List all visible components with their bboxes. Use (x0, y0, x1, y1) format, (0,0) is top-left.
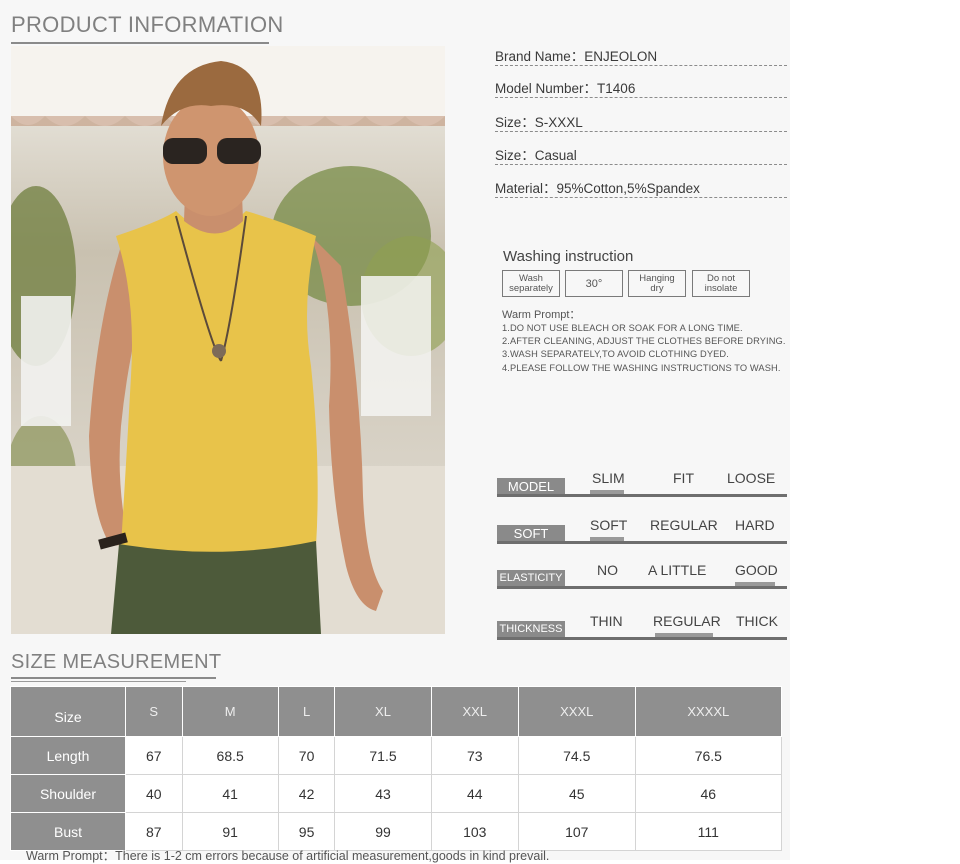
size-column-header: XXL (430, 686, 519, 737)
spec-value: S-XXXL (534, 115, 583, 130)
spec-label: Size： (495, 115, 535, 130)
wash-box-line: insolate (704, 282, 738, 294)
hanging-dry-icon: Hanging dry (628, 270, 686, 297)
rating-option: REGULAR (653, 613, 721, 629)
spec-value: 95%Cotton,5%Spandex (556, 181, 700, 196)
spec-label: Model Number： (495, 81, 598, 96)
product-info-underline (11, 42, 269, 44)
rating-option: GOOD (735, 562, 778, 578)
table-cell: 67 (125, 736, 183, 775)
table-cell: 73 (430, 736, 519, 775)
spec-label: Brand Name： (495, 49, 585, 64)
rating-selected-marker (735, 582, 775, 586)
wash-box-line: dry (650, 282, 664, 294)
spec-material: Material：95%Cotton,5%Spandex (495, 177, 787, 198)
table-cell: 76.5 (634, 736, 783, 775)
spec-value: ENJEOLON (584, 49, 658, 64)
table-cell: 40 (125, 774, 183, 813)
rating-option: HARD (735, 517, 775, 533)
washing-instruction-title: Washing instruction (503, 248, 634, 265)
rating-selected-marker (590, 490, 624, 494)
rating-row-model: MODEL SLIM FIT LOOSE (497, 470, 787, 497)
product-photo (11, 46, 445, 634)
table-cell: 68.5 (181, 736, 279, 775)
wash-separately-icon: Wash separately (502, 270, 560, 297)
size-column-header: XL (334, 686, 432, 737)
measurement-name: Length (10, 736, 126, 775)
size-column-header: S (125, 686, 183, 737)
warm-prompt-title: Warm Prompt： (502, 309, 581, 321)
product-info-title: PRODUCT INFORMATION (11, 12, 284, 37)
spec-label: Size： (495, 148, 535, 163)
table-row: Shoulder 40 41 42 43 44 45 46 (10, 774, 783, 813)
wash-box-line: Hanging (639, 272, 675, 284)
spec-size-range: Size：S-XXXL (495, 111, 787, 132)
warm-prompt-line: 3.WASH SEPARATELY,TO AVOID CLOTHING DYED… (502, 349, 729, 359)
table-cell: 45 (517, 774, 636, 813)
rating-row-elasticity: ELASTICITY NO A LITTLE GOOD (497, 562, 787, 589)
table-cell: 70 (277, 736, 336, 775)
size-table: Size S M L XL XXL XXXL XXXXL Length 67 6… (10, 686, 783, 851)
rating-option: THICK (736, 613, 778, 629)
table-row: Length 67 68.5 70 71.5 73 74.5 76.5 (10, 736, 783, 775)
size-column-header: M (181, 686, 279, 737)
size-measurement-title: SIZE MEASUREMENT (11, 651, 222, 673)
table-cell: 41 (181, 774, 279, 813)
wash-box-line: 30° (585, 277, 603, 290)
rating-label: SOFT (497, 525, 565, 541)
rating-selected-marker (655, 633, 713, 637)
table-cell: 46 (634, 774, 783, 813)
table-cell: 111 (634, 812, 783, 851)
rating-option: SOFT (590, 517, 628, 533)
size-title-underline-thin (11, 681, 186, 682)
measurement-warm-prompt: Warm Prompt：There is 1-2 cm errors becau… (26, 849, 550, 863)
rating-label: ELASTICITY (497, 570, 565, 586)
rating-option: LOOSE (727, 470, 776, 486)
wash-box-line: Do not (707, 272, 735, 284)
rating-option: FIT (673, 470, 694, 486)
table-cell: 71.5 (334, 736, 432, 775)
rating-option: REGULAR (650, 517, 718, 533)
table-cell: 44 (430, 774, 519, 813)
size-column-header: XXXL (517, 686, 636, 737)
rating-option: SLIM (592, 470, 625, 486)
model-wearing-tank-top-image (11, 46, 445, 634)
warm-prompt-line: 2.AFTER CLEANING, ADJUST THE CLOTHES BEF… (502, 336, 786, 346)
table-cell: 74.5 (517, 736, 636, 775)
rating-option: A LITTLE (648, 562, 707, 578)
wash-temperature-icon: 30° (565, 270, 623, 297)
table-cell: 42 (277, 774, 336, 813)
spec-value: T1406 (597, 81, 636, 96)
rating-label: THICKNESS (497, 621, 565, 637)
rating-label: MODEL (497, 478, 565, 494)
size-column-header: XXXXL (634, 686, 783, 737)
spec-style: Size：Casual (495, 144, 787, 165)
warm-prompt-line: 4.PLEASE FOLLOW THE WASHING INSTRUCTIONS… (502, 363, 781, 373)
spec-label: Material： (495, 181, 557, 196)
table-cell: 43 (334, 774, 432, 813)
rating-option: NO (597, 562, 618, 578)
size-column-header: L (277, 686, 336, 737)
rating-selected-marker (590, 537, 624, 541)
size-table-corner: Size (10, 686, 126, 737)
rating-row-thickness: THICKNESS THIN REGULAR THICK (497, 613, 787, 640)
spec-brand-name: Brand Name：ENJEOLON (495, 45, 787, 66)
do-not-insolate-icon: Do not insolate (692, 270, 750, 297)
spec-model-number: Model Number：T1406 (495, 77, 787, 98)
warm-prompt-line: 1.DO NOT USE BLEACH OR SOAK FOR A LONG T… (502, 323, 743, 333)
rating-option: THIN (590, 613, 623, 629)
spec-value: Casual (534, 148, 577, 163)
size-table-header-row: Size S M L XL XXL XXXL XXXXL (10, 686, 783, 737)
measurement-name: Shoulder (10, 774, 126, 813)
rating-row-soft: SOFT SOFT REGULAR HARD (497, 517, 787, 544)
wash-box-line: separately (509, 282, 553, 294)
size-title-underline (11, 677, 216, 679)
wash-box-line: Wash (519, 272, 543, 284)
